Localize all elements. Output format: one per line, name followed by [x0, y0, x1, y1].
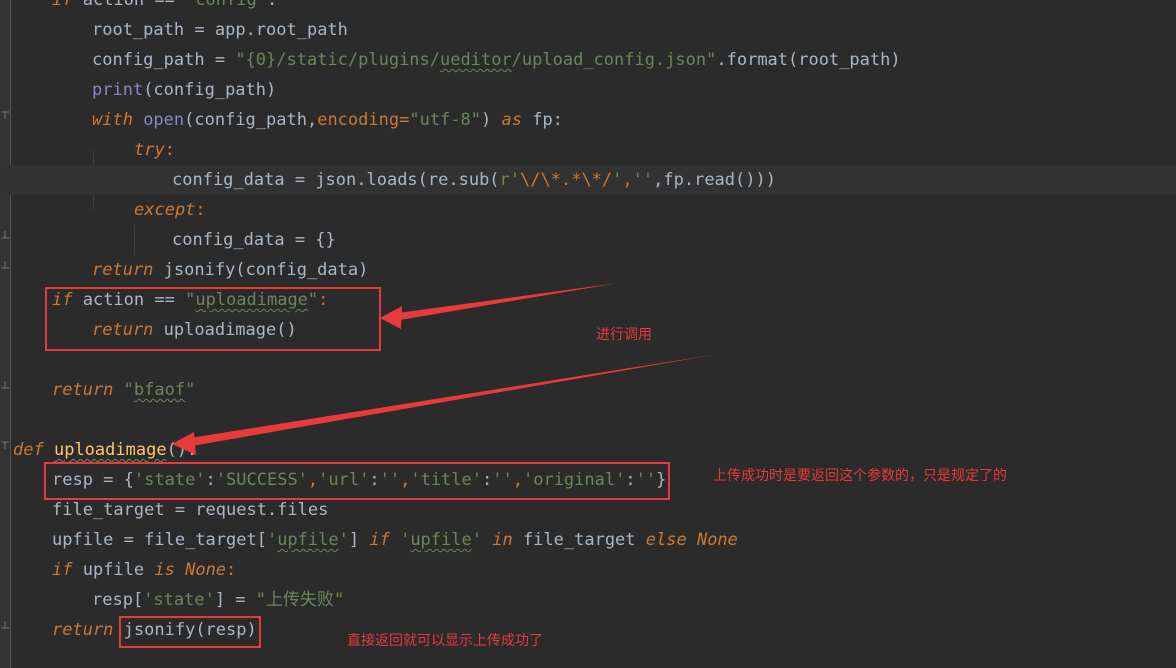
- arrow-shape: [398, 283, 618, 320]
- arrow-head-icon: [380, 306, 402, 329]
- annotation-note: 直接返回就可以显示上传成功了: [347, 633, 543, 649]
- annotation-note: 进行调用: [596, 327, 652, 343]
- arrow-head-icon: [172, 432, 196, 455]
- annotation-arrows: [172, 283, 718, 455]
- arrow-shape: [190, 354, 718, 446]
- annotation-note: 上传成功时是要返回这个参数的，只是规定了的: [713, 468, 1007, 484]
